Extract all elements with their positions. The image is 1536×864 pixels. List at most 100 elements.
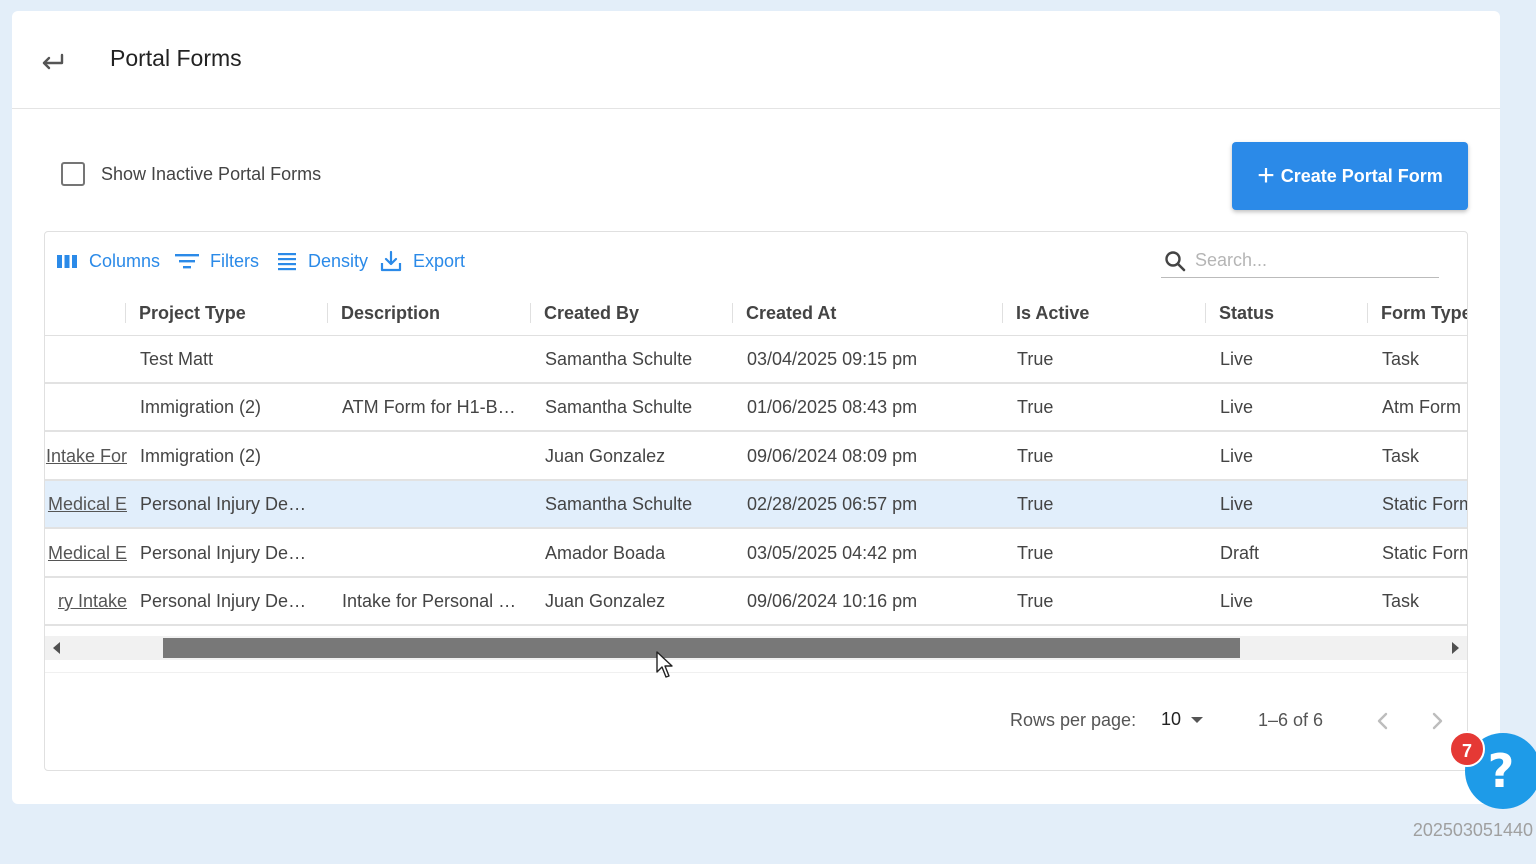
column-header-created-by[interactable]: Created By [544, 290, 724, 336]
next-page-icon[interactable] [1422, 706, 1452, 736]
columns-button[interactable]: Columns [55, 246, 160, 276]
columns-icon [57, 255, 77, 268]
plus-icon: + [1257, 159, 1275, 192]
scroll-right-arrow-icon[interactable] [1452, 642, 1459, 654]
cell-status: Live [1220, 446, 1254, 466]
density-button[interactable]: Density [276, 246, 368, 276]
cell-description [342, 530, 520, 576]
cell-name[interactable]: Medical E [45, 481, 127, 527]
cell-created-by: Samantha Schulte [545, 494, 693, 514]
main-card: Portal Forms Show Inactive Portal Forms … [12, 11, 1500, 804]
columns-label: Columns [89, 250, 161, 271]
cell-created-at: 02/28/2025 06:57 pm [747, 494, 918, 514]
data-grid: Columns Filters Density Export Search...… [44, 231, 1468, 771]
scrollbar-thumb[interactable] [163, 638, 1240, 658]
cell-is-active: True [1017, 494, 1054, 514]
export-label: Export [413, 250, 466, 271]
version-label: 202503051440 [1412, 820, 1533, 840]
cell-created-by: Amador Boada [545, 543, 666, 563]
cell-is-active: True [1017, 446, 1054, 466]
density-icon [278, 253, 296, 271]
divider [45, 672, 1467, 673]
cell-description [342, 336, 520, 382]
cell-created-by: Samantha Schulte [545, 349, 693, 369]
density-label: Density [308, 250, 369, 271]
cell-project-type: Immigration (2) [140, 397, 262, 417]
cell-description: Intake for Personal Injury [342, 591, 520, 611]
cell-status: Draft [1220, 543, 1260, 563]
table-row[interactable]: Test Matt Samantha Schulte 03/04/2025 09:1… [45, 336, 1467, 384]
column-separator[interactable] [125, 303, 126, 323]
search-field[interactable] [1161, 244, 1439, 278]
table-row[interactable]: Medical E Personal Injury Demand Samantha … [45, 481, 1467, 529]
cell-form-type: Task [1382, 591, 1420, 611]
back-arrow-icon[interactable] [38, 47, 66, 75]
cell-status: Live [1220, 591, 1254, 611]
column-header-description[interactable]: Description [341, 290, 521, 336]
column-separator[interactable] [1002, 303, 1003, 323]
cell-project-type: Personal Injury Demand [140, 591, 312, 611]
cell-created-by: Juan Gonzalez [545, 591, 666, 611]
filters-button[interactable]: Filters [174, 246, 259, 276]
page-header: Portal Forms [12, 11, 1500, 109]
cell-form-type: Task [1382, 349, 1420, 369]
previous-page-icon[interactable] [1368, 706, 1398, 736]
rows-per-page-select[interactable]: 10 [1161, 709, 1204, 730]
cell-created-at: 03/04/2025 09:15 pm [747, 349, 918, 369]
cell-created-at: 09/06/2024 10:16 pm [747, 591, 918, 611]
cell-created-at: 03/05/2025 04:42 pm [747, 543, 918, 563]
cell-name[interactable]: Medical E [45, 530, 127, 576]
column-separator[interactable] [530, 303, 531, 323]
table-row[interactable]: Medical E Personal Injury Demand Amador Bo… [45, 530, 1467, 578]
cell-created-at: 09/06/2024 08:09 pm [747, 446, 918, 466]
horizontal-scrollbar[interactable] [45, 636, 1467, 660]
filter-icon [175, 254, 199, 269]
cell-description: ATM Form for H1-B Visa [342, 397, 520, 417]
cell-status: Live [1220, 397, 1254, 417]
show-inactive-toggle[interactable]: Show Inactive Portal Forms [61, 162, 321, 186]
column-header-created-at[interactable]: Created At [746, 290, 996, 336]
cell-form-type: Static Form [1382, 543, 1467, 563]
cell-project-type: Immigration (2) [140, 446, 262, 466]
column-header-form-type[interactable]: Form Type [1381, 290, 1467, 336]
column-separator[interactable] [1205, 303, 1206, 323]
cell-form-type: Static Form [1382, 494, 1467, 514]
column-header-project-type[interactable]: Project Type [139, 290, 319, 336]
search-input[interactable] [1195, 250, 1425, 271]
notification-badge: 7 [1449, 731, 1485, 767]
cell-form-type: Atm Form [1382, 397, 1461, 417]
column-header-is-active[interactable]: Is Active [1016, 290, 1196, 336]
download-icon [380, 250, 402, 272]
cell-project-type: Personal Injury Demand [140, 494, 312, 514]
export-button[interactable]: Export [379, 246, 465, 276]
cell-name[interactable]: Intake For [45, 433, 127, 479]
table-row[interactable]: Immigration (2) ATM Form for H1-B Visa Sam… [45, 384, 1467, 432]
cell-name[interactable]: ry Intake [45, 578, 127, 624]
question-mark-icon: ? [1487, 744, 1515, 798]
cell-name[interactable] [45, 336, 127, 382]
mouse-cursor-icon [656, 651, 673, 678]
cell-status: Live [1220, 349, 1254, 369]
cell-is-active: True [1017, 543, 1054, 563]
grid-toolbar: Columns Filters Density Export [45, 232, 1467, 290]
table-viewport: Project Type Description Created By Crea… [45, 290, 1467, 630]
column-separator[interactable] [1367, 303, 1368, 323]
cell-name[interactable] [45, 384, 127, 430]
cell-description [342, 481, 520, 527]
column-separator[interactable] [327, 303, 328, 323]
cell-description [342, 433, 520, 479]
cell-is-active: True [1017, 591, 1054, 611]
create-portal-form-label: Create Portal Form [1280, 165, 1443, 186]
cell-form-type: Task [1382, 446, 1420, 466]
table-row[interactable]: Intake For Immigration (2) Juan Gonzalez 09… [45, 433, 1467, 481]
cell-status: Live [1220, 494, 1254, 514]
column-header-status[interactable]: Status [1219, 290, 1359, 336]
column-header-row: Project Type Description Created By Crea… [45, 290, 1467, 336]
page-title: Portal Forms [110, 45, 242, 71]
show-inactive-checkbox[interactable] [61, 162, 85, 186]
create-portal-form-button[interactable]: + Create Portal Form [1232, 142, 1468, 210]
table-row[interactable]: ry Intake Personal Injury Demand Intake fo… [45, 578, 1467, 626]
scroll-left-arrow-icon[interactable] [53, 642, 60, 654]
column-separator[interactable] [732, 303, 733, 323]
pagination-range: 1–6 of 6 [1258, 710, 1324, 730]
